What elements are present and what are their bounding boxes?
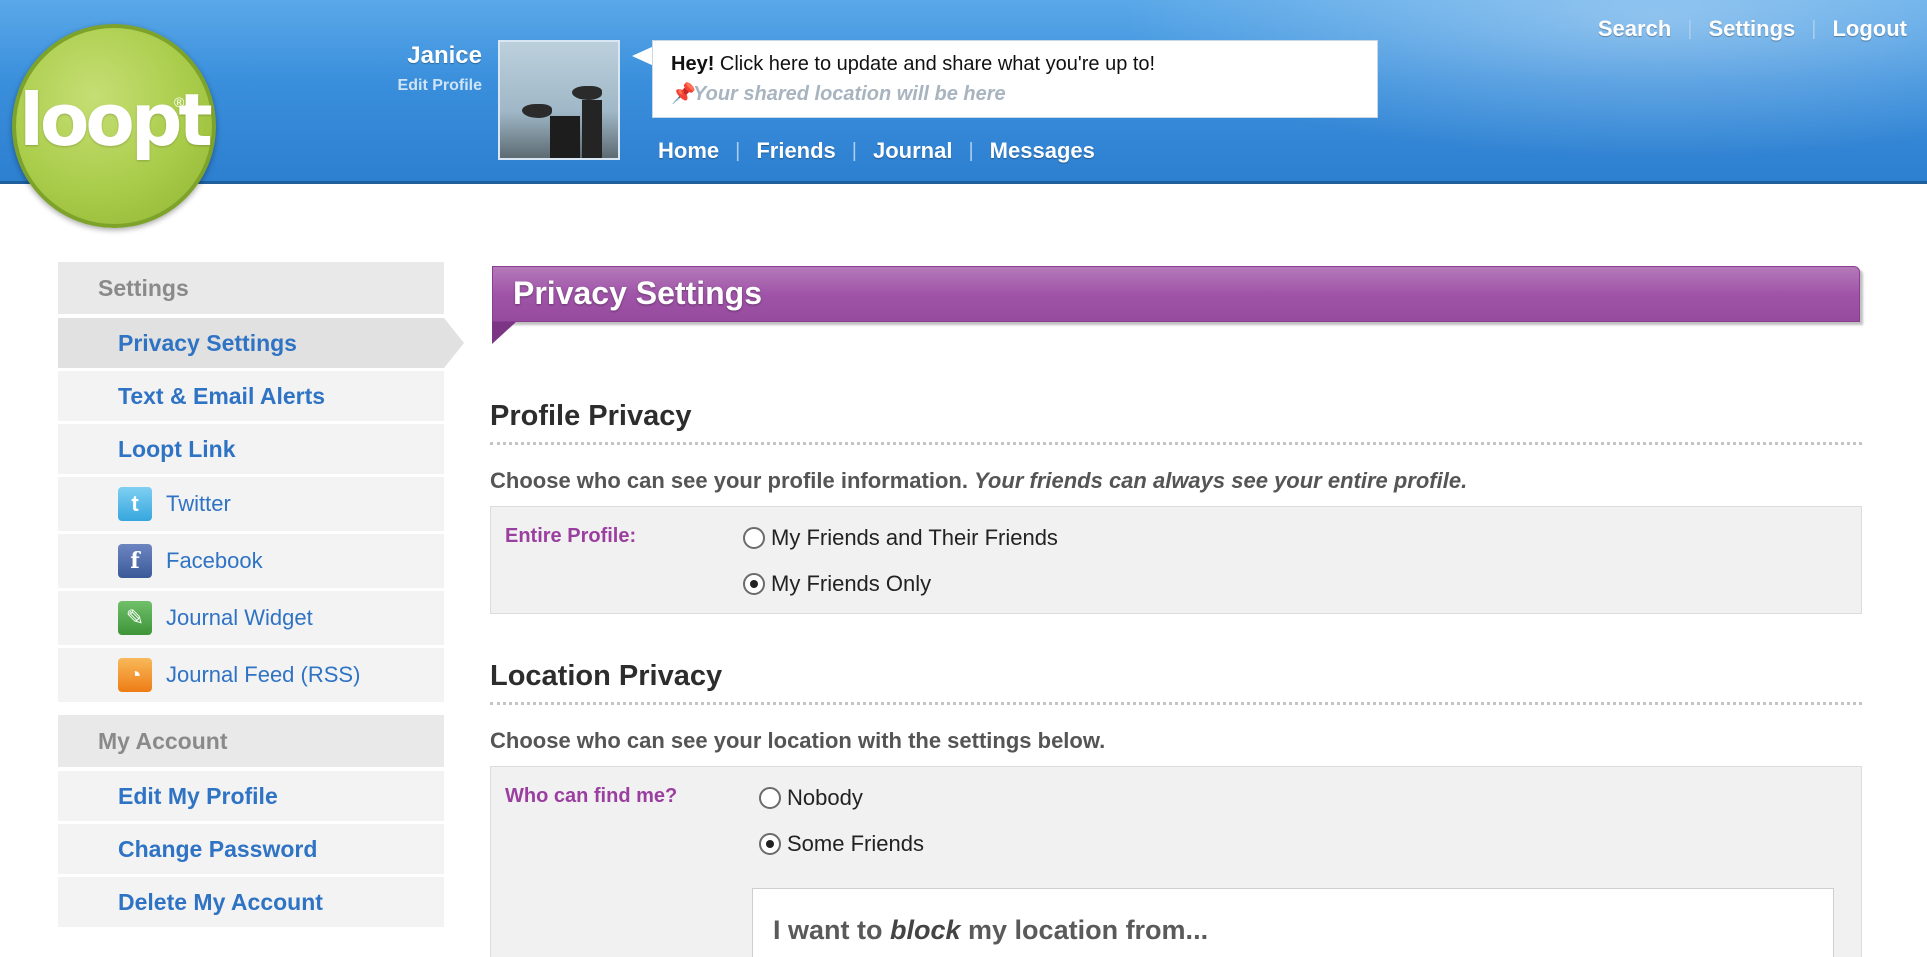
- page-title: Privacy Settings: [513, 275, 762, 311]
- who-can-find-me-label: Who can find me?: [505, 785, 678, 807]
- section-divider: [490, 702, 1862, 705]
- avatar-photo-detail: [582, 100, 602, 158]
- sidebar-item-change-password[interactable]: Change Password: [58, 824, 444, 874]
- search-link[interactable]: Search: [1598, 16, 1671, 42]
- settings-sidebar: Settings Privacy Settings Text & Email A…: [58, 262, 464, 930]
- avatar-photo-detail: [550, 116, 580, 158]
- sidebar-item-label: Journal Widget: [166, 605, 313, 630]
- block-title-prefix: I want to: [773, 915, 890, 945]
- radio-nobody[interactable]: Nobody: [759, 785, 863, 811]
- nav-separator: |: [851, 139, 857, 162]
- sidebar-heading-my-account: My Account: [58, 715, 444, 767]
- sidebar-item-delete-my-account[interactable]: Delete My Account: [58, 877, 444, 927]
- block-location-title: I want to block my location from...: [773, 915, 1208, 946]
- radio-label: My Friends Only: [771, 571, 932, 596]
- sidebar-item-privacy-settings[interactable]: Privacy Settings: [58, 318, 464, 368]
- rss-icon: ◔: [118, 658, 152, 692]
- top-header: Janice Edit Profile Hey! Click here to u…: [0, 0, 1927, 184]
- section-divider: [490, 442, 1862, 445]
- profile-privacy-title: Profile Privacy: [490, 400, 692, 432]
- status-prompt-text: Click here to update and share what you'…: [714, 53, 1156, 75]
- radio-some-friends[interactable]: Some Friends: [759, 831, 924, 857]
- status-update-box[interactable]: Hey! Click here to update and share what…: [652, 40, 1378, 118]
- profile-privacy-desc-note: Your friends can always see your entire …: [974, 468, 1468, 493]
- avatar-photo-detail: [522, 104, 552, 118]
- nav-journal[interactable]: Journal: [873, 138, 952, 164]
- radio-label: Some Friends: [787, 831, 924, 856]
- radio-friends-and-their-friends[interactable]: My Friends and Their Friends: [743, 525, 1058, 551]
- nav-separator: |: [735, 139, 741, 162]
- pushpin-icon: 📌: [671, 83, 696, 105]
- sidebar-item-label: Journal Feed (RSS): [166, 662, 361, 687]
- twitter-icon: t: [118, 487, 152, 521]
- logout-link[interactable]: Logout: [1832, 16, 1907, 42]
- main-nav: Home | Friends | Journal | Messages: [658, 138, 1095, 164]
- sidebar-item-journal-widget[interactable]: ✎ Journal Widget: [58, 591, 444, 645]
- radio-button[interactable]: [743, 527, 765, 549]
- status-bubble-tail: [632, 46, 654, 66]
- profile-privacy-desc-text: Choose who can see your profile informat…: [490, 468, 975, 493]
- radio-dot: [750, 580, 758, 588]
- settings-link[interactable]: Settings: [1708, 16, 1795, 42]
- logo-registered-mark: ®: [174, 94, 185, 110]
- facebook-icon: f: [118, 544, 152, 578]
- sidebar-item-text-email-alerts[interactable]: Text & Email Alerts: [58, 371, 444, 421]
- user-name[interactable]: Janice: [407, 42, 482, 70]
- entire-profile-label: Entire Profile:: [505, 525, 637, 547]
- nav-messages[interactable]: Messages: [990, 138, 1095, 164]
- nav-friends[interactable]: Friends: [756, 138, 835, 164]
- top-link-separator: |: [1811, 17, 1817, 40]
- entire-profile-options: Entire Profile: My Friends and Their Fri…: [490, 506, 1862, 614]
- status-prompt[interactable]: Hey! Click here to update and share what…: [671, 53, 1155, 76]
- nav-home[interactable]: Home: [658, 138, 719, 164]
- sidebar-heading-settings: Settings: [58, 262, 444, 314]
- location-privacy-title: Location Privacy: [490, 660, 723, 692]
- location-privacy-description: Choose who can see your location with th…: [490, 728, 1106, 753]
- shared-location: 📌Your shared location will be here: [671, 81, 1006, 106]
- radio-button-selected[interactable]: [759, 833, 781, 855]
- block-title-emphasis: block: [890, 915, 961, 945]
- loopt-logo[interactable]: loopt ®: [12, 24, 216, 228]
- nav-separator: |: [968, 139, 974, 162]
- status-prefix: Hey!: [671, 53, 715, 75]
- radio-label: Nobody: [787, 785, 863, 810]
- sidebar-item-twitter[interactable]: t Twitter: [58, 477, 444, 531]
- radio-button-selected[interactable]: [743, 573, 765, 595]
- logo-text: loopt: [19, 78, 213, 162]
- radio-dot: [766, 840, 774, 848]
- sidebar-item-label: Facebook: [166, 548, 263, 573]
- radio-button[interactable]: [759, 787, 781, 809]
- radio-friends-only[interactable]: My Friends Only: [743, 571, 931, 597]
- sidebar-item-loopt-link[interactable]: Loopt Link: [58, 424, 444, 474]
- avatar[interactable]: [498, 40, 620, 160]
- sidebar-item-facebook[interactable]: f Facebook: [58, 534, 444, 588]
- sidebar-item-label: Twitter: [166, 491, 231, 516]
- top-link-separator: |: [1687, 17, 1693, 40]
- edit-profile-link[interactable]: Edit Profile: [398, 77, 482, 95]
- block-location-panel: I want to block my location from...: [752, 888, 1834, 957]
- radio-label: My Friends and Their Friends: [771, 525, 1058, 550]
- journal-widget-icon: ✎: [118, 601, 152, 635]
- avatar-photo-detail: [572, 86, 602, 100]
- shared-location-text: Your shared location will be here: [693, 83, 1006, 105]
- banner-fold: [492, 322, 516, 344]
- page-title-banner: Privacy Settings: [492, 266, 1860, 322]
- top-links: Search | Settings | Logout: [1598, 16, 1907, 42]
- sidebar-item-edit-my-profile[interactable]: Edit My Profile: [58, 771, 444, 821]
- block-title-suffix: my location from...: [960, 915, 1209, 945]
- sidebar-item-journal-feed[interactable]: ◔ Journal Feed (RSS): [58, 648, 444, 702]
- profile-privacy-description: Choose who can see your profile informat…: [490, 468, 1467, 494]
